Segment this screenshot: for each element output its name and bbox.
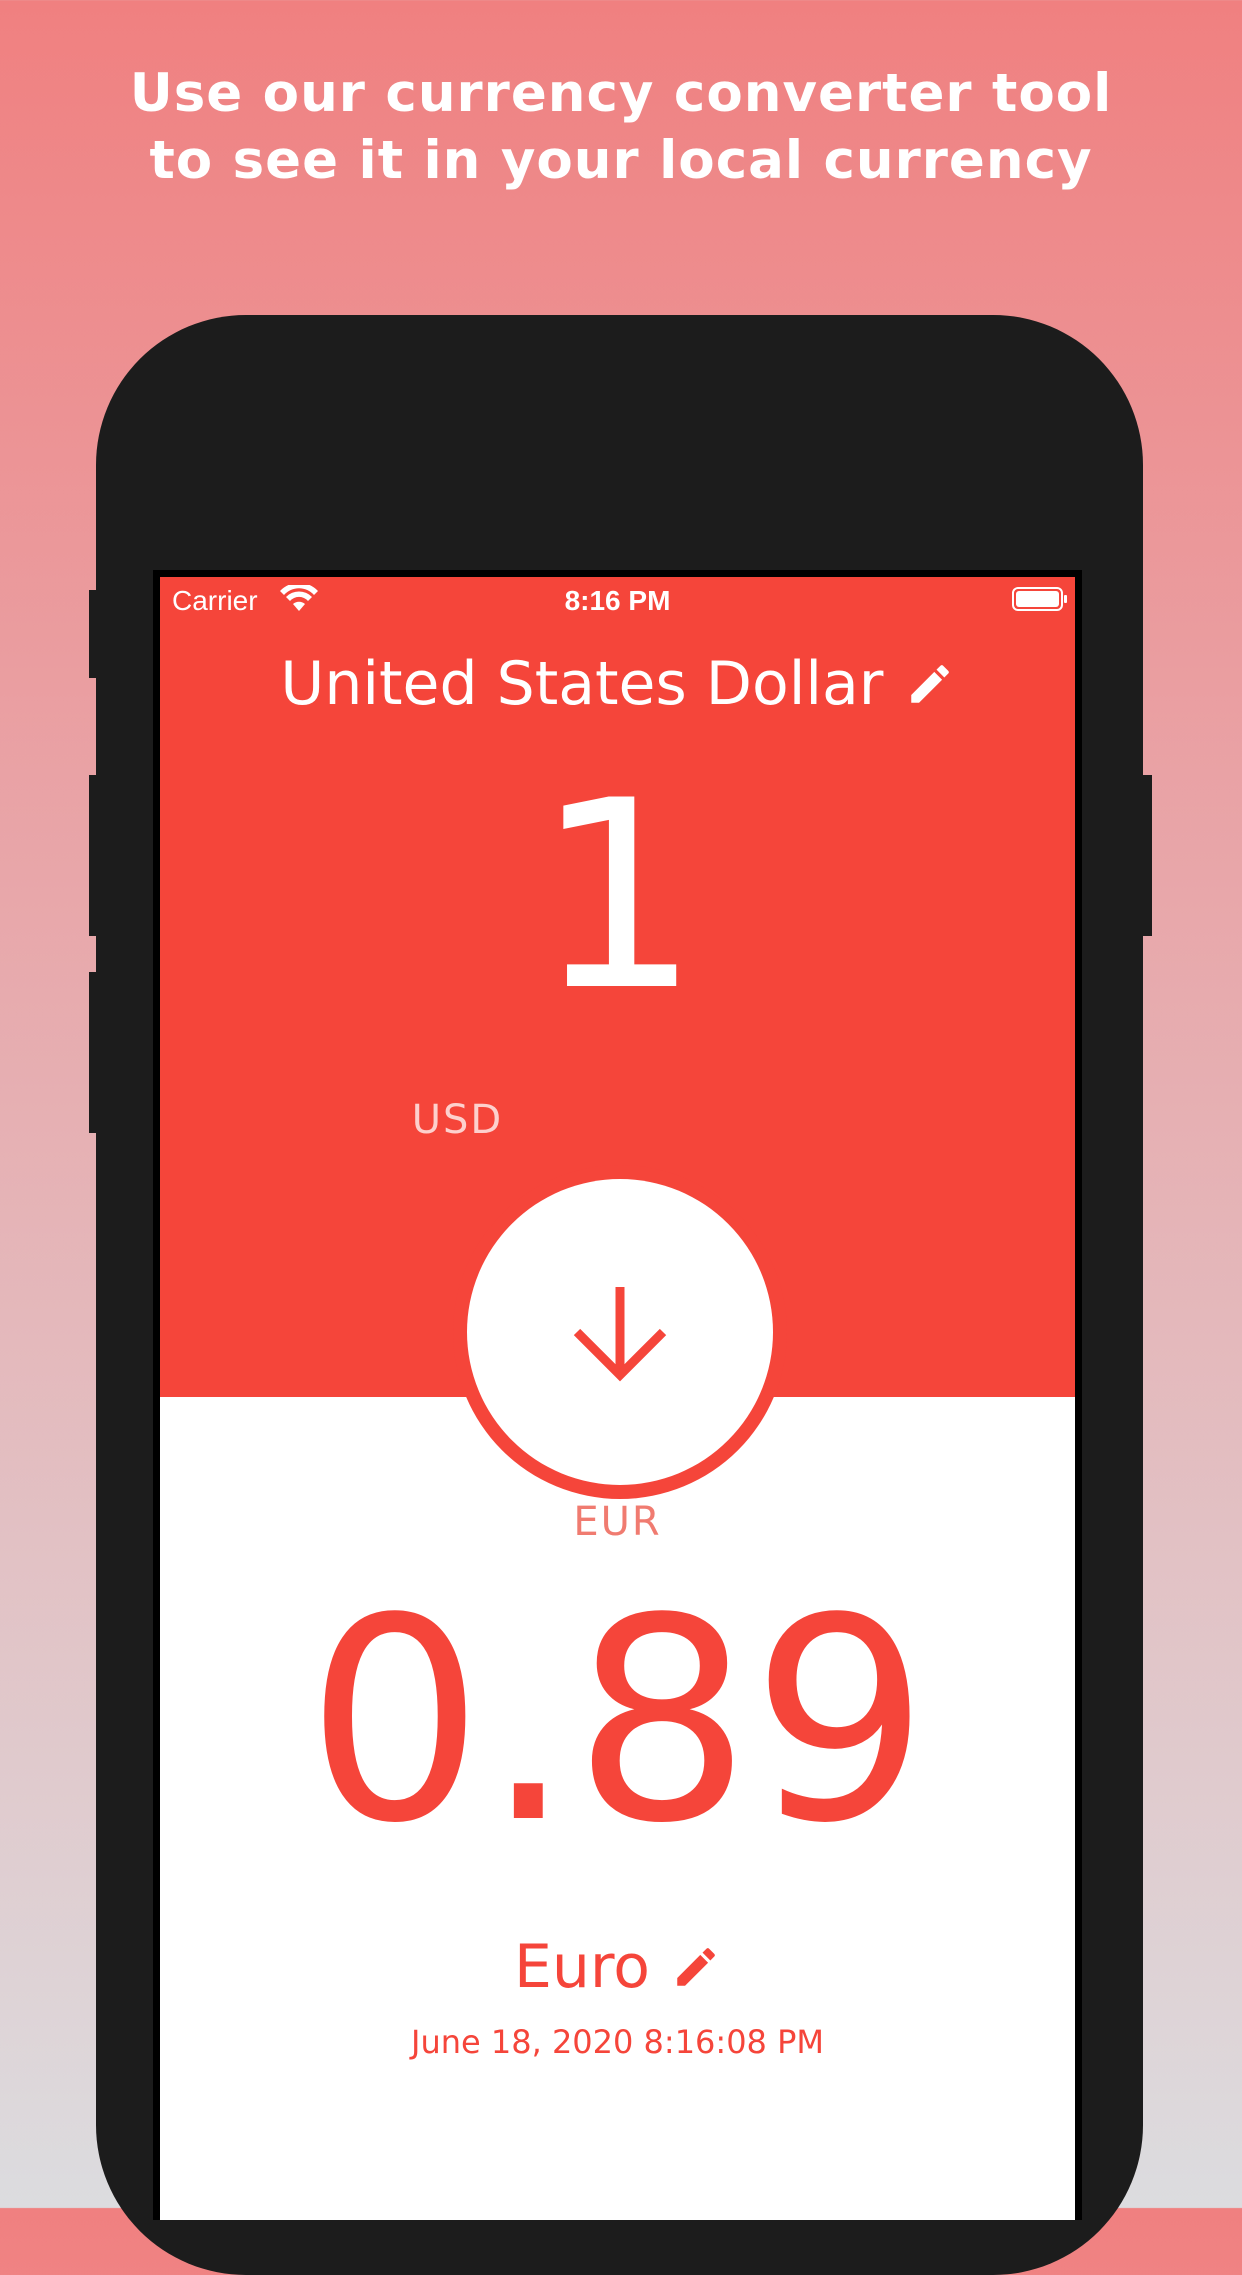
promo-headline: Use our currency converter tool to see i… (0, 60, 1242, 194)
app-screen: Carrier 8:16 PM United States Dollar 1 E… (160, 577, 1075, 2220)
source-currency-name[interactable]: United States Dollar (280, 649, 883, 719)
target-currency-name-row[interactable]: Euro (160, 1932, 1075, 2002)
phone-screen: Carrier 8:16 PM United States Dollar 1 E… (153, 570, 1082, 2220)
rate-timestamp: June 18, 2020 8:16:08 PM (411, 2023, 824, 2061)
pencil-icon[interactable] (905, 659, 955, 709)
status-bar: Carrier 8:16 PM (160, 577, 1075, 625)
source-amount[interactable]: 1 (160, 767, 1075, 1027)
battery-icon (1012, 587, 1067, 611)
status-time: 8:16 PM (564, 585, 671, 616)
target-currency-name[interactable]: Euro (514, 1932, 650, 2002)
source-currency-code: USD (411, 1097, 504, 1143)
target-amount: 0.89 (305, 1559, 930, 1885)
pencil-icon[interactable] (671, 1942, 721, 1992)
target-currency-code: EUR (573, 1499, 662, 1545)
convert-direction-button[interactable] (467, 1179, 773, 1485)
source-currency-name-row[interactable]: United States Dollar (160, 649, 1075, 719)
headline-line-1: Use our currency converter tool (129, 63, 1113, 124)
arrow-down-icon (573, 1287, 667, 1382)
headline-line-2: to see it in your local currency (149, 130, 1093, 191)
